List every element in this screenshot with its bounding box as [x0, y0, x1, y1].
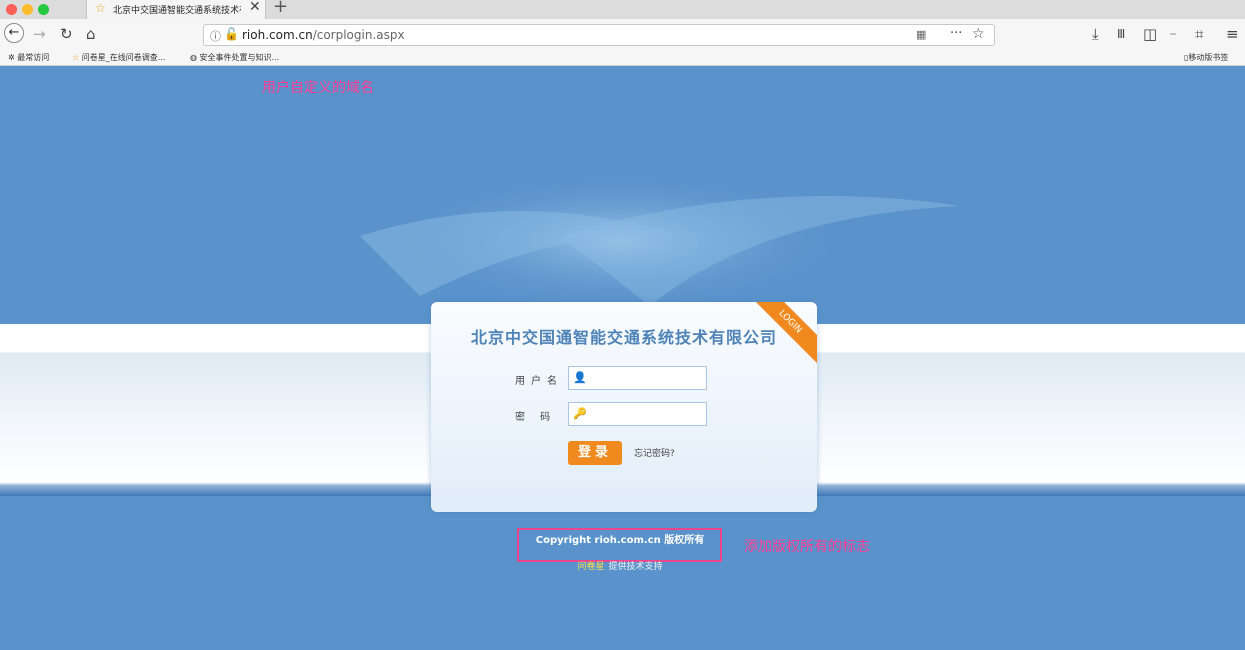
- login-button[interactable]: 登录: [568, 441, 622, 465]
- insecure-lock-icon: 🔓: [224, 27, 239, 41]
- key-icon: 🔑: [573, 407, 587, 420]
- maximize-window-icon[interactable]: [38, 4, 49, 15]
- globe-icon: ◍: [190, 53, 197, 62]
- bookmark-star-icon[interactable]: ☆: [972, 26, 985, 42]
- bookmark-wenjuanxing[interactable]: ☆ 问卷星_在线问卷调查...: [72, 52, 165, 63]
- address-bar[interactable]: ⓘ 🔓 rioh.com.cn/corplogin.aspx ▦ ··· ☆: [203, 24, 995, 46]
- username-input[interactable]: [591, 369, 701, 387]
- close-window-icon[interactable]: [6, 4, 17, 15]
- url-text[interactable]: rioh.com.cn/corplogin.aspx: [242, 28, 405, 42]
- copyright-text: Copyright rioh.com.cn 版权所有: [535, 535, 705, 546]
- browser-tab[interactable]: ☆ 北京中交国通智能交通系统技术有 ✕: [86, 0, 266, 19]
- password-input[interactable]: [591, 405, 701, 423]
- username-label: 用户名: [515, 376, 563, 387]
- bookmark-mobile[interactable]: ▯移动版书签: [1184, 52, 1228, 63]
- support-brand[interactable]: 问卷星: [577, 562, 604, 572]
- extension-icon[interactable]: ⲻ: [1170, 26, 1176, 44]
- annotation-domain: 用户自定义的域名: [262, 80, 374, 96]
- password-label: 密 码: [515, 412, 557, 423]
- qr-code-icon[interactable]: ▦: [916, 28, 926, 41]
- bookmark-security[interactable]: ◍ 安全事件处置与知识...: [190, 52, 279, 63]
- library-icon[interactable]: Ⅲ: [1117, 25, 1125, 43]
- minimize-window-icon[interactable]: [22, 4, 33, 15]
- tab-bar: ☆ 北京中交国通智能交通系统技术有 ✕ +: [0, 0, 1245, 19]
- new-tab-button[interactable]: +: [273, 0, 288, 17]
- tab-title: 北京中交国通智能交通系统技术有: [113, 6, 241, 16]
- nav-bar: ← → ↻ ⌂ ⓘ 🔓 rioh.com.cn/corplogin.aspx ▦…: [0, 19, 1245, 49]
- page-content: 用户自定义的域名 北京中交国通智能交通系统技术有限公司 LOGIN 用户名 👤 …: [0, 66, 1245, 650]
- user-icon: 👤: [573, 371, 587, 384]
- login-panel: 北京中交国通智能交通系统技术有限公司 LOGIN 用户名 👤 密 码 🔑 登录 …: [431, 302, 817, 512]
- company-title: 北京中交国通智能交通系统技术有限公司: [470, 328, 777, 347]
- url-host: rioh.com.cn: [242, 28, 313, 42]
- url-path: /corplogin.aspx: [312, 28, 405, 42]
- sidebar-icon[interactable]: ◫: [1143, 25, 1157, 43]
- back-button[interactable]: ←: [4, 23, 24, 43]
- username-field[interactable]: 👤: [568, 366, 707, 390]
- forgot-password-link[interactable]: 忘记密码?: [634, 446, 675, 459]
- bookmark-most-visited[interactable]: ✲ 最常访问: [8, 52, 49, 63]
- password-field[interactable]: 🔑: [568, 402, 707, 426]
- star-icon: ☆: [95, 1, 106, 15]
- forward-button[interactable]: →: [33, 25, 46, 43]
- support-text: 问卷星 提供技术支持: [577, 562, 663, 572]
- home-button[interactable]: ⌂: [86, 25, 96, 43]
- page-actions-icon[interactable]: ···: [950, 26, 962, 41]
- info-icon[interactable]: ⓘ: [210, 28, 221, 44]
- download-icon[interactable]: ⤓: [1092, 25, 1099, 43]
- tab-close-icon[interactable]: ✕: [249, 0, 261, 15]
- screenshot-icon[interactable]: ⌗: [1195, 25, 1203, 43]
- reload-button[interactable]: ↻: [60, 25, 73, 43]
- annotation-copyright: 添加版权所有的标志: [744, 539, 870, 555]
- gear-icon: ✲: [8, 53, 15, 62]
- menu-icon[interactable]: ≡: [1226, 25, 1239, 43]
- star-icon: ☆: [72, 53, 80, 62]
- bookmarks-toolbar: ✲ 最常访问 ☆ 问卷星_在线问卷调查... ◍ 安全事件处置与知识... ▯移…: [0, 49, 1245, 66]
